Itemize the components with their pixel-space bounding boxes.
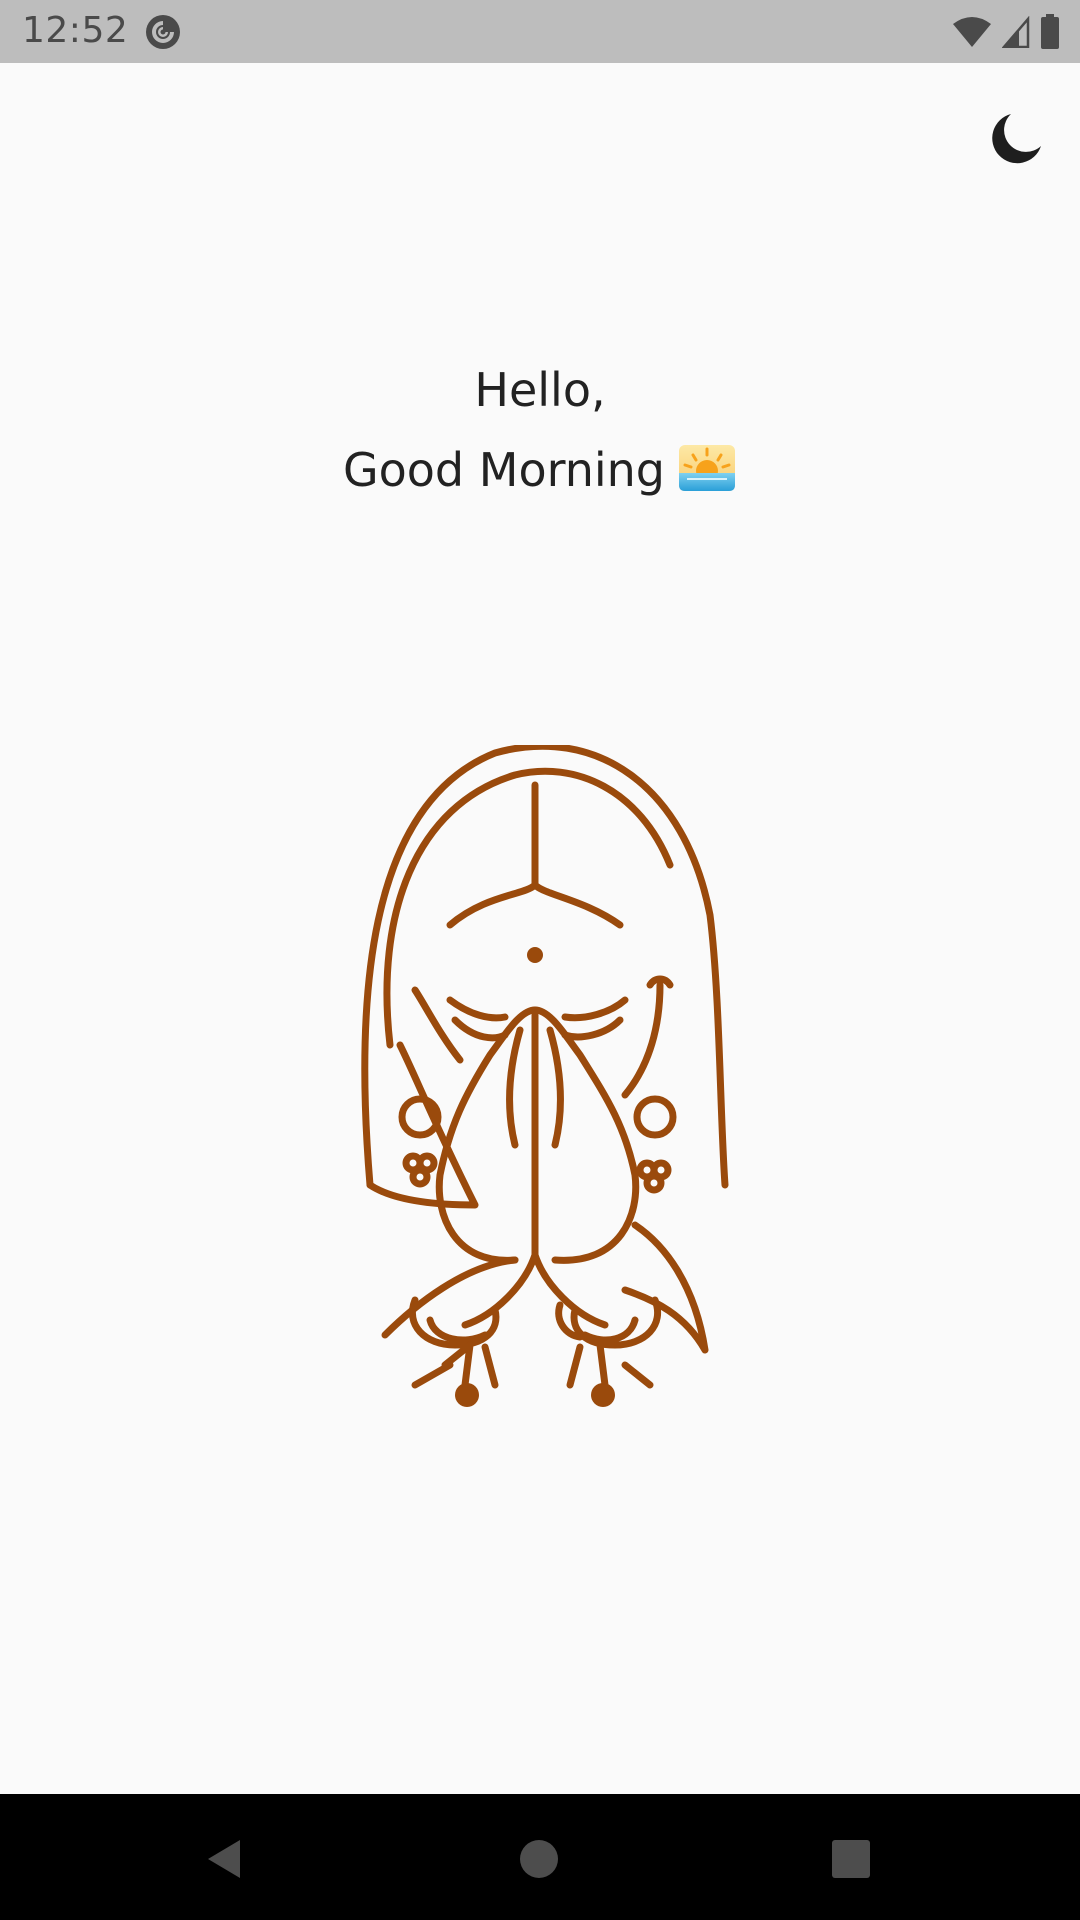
pocket-casts-icon <box>146 15 180 49</box>
home-circle-icon[interactable] <box>514 1834 564 1884</box>
status-bar: 12:52 <box>0 0 1080 63</box>
wifi-icon <box>953 17 991 47</box>
greeting-good-morning: Good Morning <box>343 443 665 497</box>
recents-square-icon[interactable] <box>826 1834 876 1884</box>
app-screen: 12:52 Hello, Good Morning <box>0 0 1080 1920</box>
status-icons <box>952 12 1060 52</box>
namaste-woman-icon <box>361 745 729 1407</box>
navigation-bar <box>0 1794 1080 1920</box>
moon-icon[interactable] <box>985 108 1047 170</box>
greeting-hello: Hello, <box>474 363 606 417</box>
back-triangle-icon[interactable] <box>200 1834 250 1884</box>
status-time: 12:52 <box>22 10 129 51</box>
greeting: Hello, Good Morning <box>0 350 1080 510</box>
sunrise-icon <box>678 444 735 491</box>
battery-icon <box>1041 14 1059 49</box>
greeting-line2: Good Morning <box>0 430 1080 510</box>
cell-signal-icon <box>1002 16 1030 48</box>
